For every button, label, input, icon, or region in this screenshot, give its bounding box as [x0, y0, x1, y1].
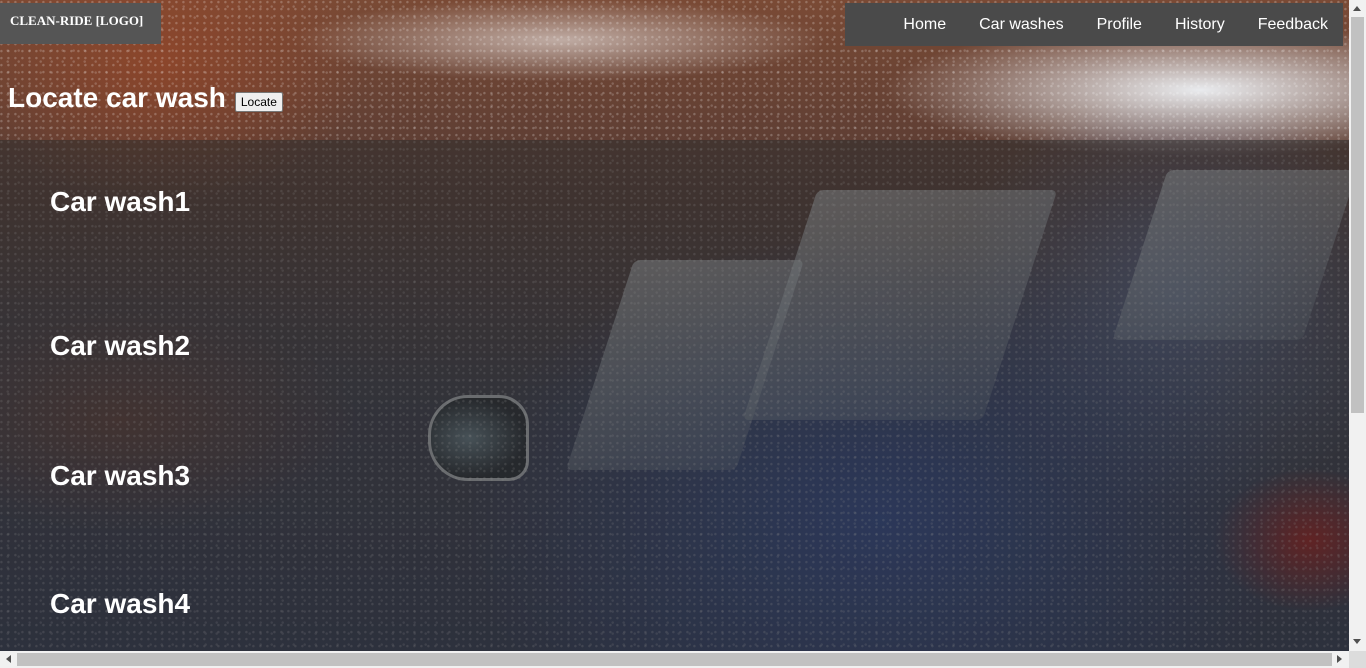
nav-home[interactable]: Home: [903, 16, 946, 34]
scrollbar-corner: [1349, 651, 1366, 668]
locate-button[interactable]: Locate: [234, 92, 283, 112]
scroll-up-arrow-icon[interactable]: [1353, 6, 1361, 11]
content-overlay: [0, 140, 1349, 651]
car-wash-item-1[interactable]: Car wash1: [50, 186, 190, 218]
horizontal-scroll-thumb[interactable]: [17, 653, 1332, 666]
car-wash-item-2[interactable]: Car wash2: [50, 330, 190, 362]
car-wash-item-3[interactable]: Car wash3: [50, 460, 190, 492]
nav-car-washes[interactable]: Car washes: [979, 16, 1063, 34]
horizontal-scrollbar[interactable]: [0, 651, 1349, 668]
car-wash-item-4[interactable]: Car wash4: [50, 588, 190, 620]
nav-history[interactable]: History: [1175, 16, 1225, 34]
vertical-scrollbar[interactable]: [1349, 0, 1366, 651]
nav-profile[interactable]: Profile: [1097, 16, 1142, 34]
page-viewport: CLEAN-RIDE [LOGO] Home Car washes Profil…: [0, 0, 1349, 651]
main-nav: Home Car washes Profile History Feedback: [845, 3, 1343, 46]
nav-feedback[interactable]: Feedback: [1258, 16, 1328, 34]
scroll-down-arrow-icon[interactable]: [1353, 639, 1361, 644]
site-logo[interactable]: CLEAN-RIDE [LOGO]: [0, 3, 161, 44]
locate-section: Locate car wash Locate: [8, 82, 283, 114]
scroll-right-arrow-icon[interactable]: [1337, 655, 1342, 663]
vertical-scroll-thumb[interactable]: [1351, 17, 1364, 413]
locate-title: Locate car wash: [8, 82, 226, 113]
scroll-left-arrow-icon[interactable]: [6, 655, 11, 663]
